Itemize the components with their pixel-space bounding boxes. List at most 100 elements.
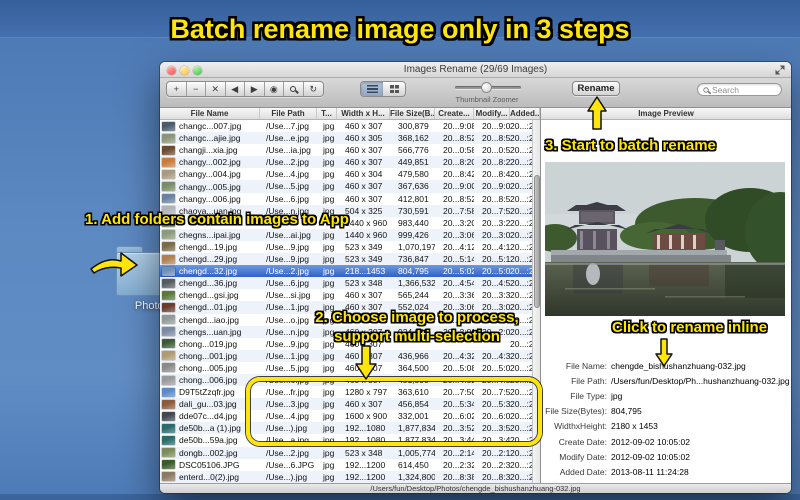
info-value[interactable]: jpg xyxy=(607,391,622,401)
toolbar-button[interactable]: − xyxy=(187,82,206,96)
file-thumbnail xyxy=(162,157,175,167)
column-header[interactable]: Create... xyxy=(435,108,474,119)
cell-name: enterd...0(2).jpg xyxy=(160,471,260,483)
file-thumbnail xyxy=(162,448,175,458)
cell-size: 436,966 xyxy=(398,350,429,361)
info-label: Added Date: xyxy=(559,466,607,477)
table-row[interactable]: chengd...19.jpg/Use...9.jpg jpg 523 x 349 1… xyxy=(160,240,540,254)
info-value[interactable]: 2180 x 1453 xyxy=(607,421,658,431)
file-thumbnail xyxy=(162,363,175,373)
toolbar-button[interactable]: ↻ xyxy=(304,82,324,96)
rename-button[interactable]: Rename xyxy=(572,81,620,96)
cell-created: 20...3:20 xyxy=(443,217,474,228)
column-header[interactable]: Modify... xyxy=(474,108,510,119)
info-value[interactable]: 2012-09-02 10:05:02 xyxy=(607,437,690,447)
info-value[interactable]: 2012-09-02 10:05:02 xyxy=(607,452,690,462)
search-field[interactable]: Search xyxy=(697,83,782,96)
cell-size: 566,776 xyxy=(398,145,429,156)
thumbnail-zoom-slider[interactable] xyxy=(455,81,521,93)
cell-size: 804,795 xyxy=(398,266,429,277)
table-row[interactable]: changc...007.jpg/Use...7.jpg jpg 460 x 307… xyxy=(160,120,540,133)
zoom-button[interactable] xyxy=(193,65,202,75)
column-header[interactable]: File Name xyxy=(160,108,260,119)
cell-name: chong...001.jpg xyxy=(160,350,260,362)
column-header[interactable]: Added... xyxy=(510,108,540,119)
table-row[interactable]: changc...ajie.jpg/Use...e.jpg jpg 460 x 30… xyxy=(160,132,540,145)
step3-annotation: 3. Start to batch rename xyxy=(545,137,716,154)
cell-modified: 20...8:38 xyxy=(482,471,510,482)
cell-modified: 20...3:20 xyxy=(482,217,510,228)
magnifier-icon xyxy=(290,86,297,92)
cell-modified: 20...9:00 xyxy=(482,181,510,192)
column-header[interactable]: Width x H... xyxy=(337,108,390,119)
table-row[interactable]: enterd...0(2).jpg/Use...).jpg jpg 192...12… xyxy=(160,470,540,483)
info-value[interactable]: 804,795 xyxy=(607,406,642,416)
toolbar-button[interactable]: ◉ xyxy=(265,82,284,96)
minimize-button[interactable] xyxy=(180,65,189,75)
cell-created: 20...5:08 xyxy=(443,362,474,373)
cell-name: chengd...32.jpg xyxy=(160,265,260,277)
list-view-button[interactable] xyxy=(361,82,383,96)
cell-created: 20...8:42 xyxy=(443,169,474,180)
table-row[interactable]: chengd...32.jpg/Use...2.jpg jpg 218...1453… xyxy=(160,265,540,278)
file-thumbnail xyxy=(162,302,175,312)
toolbar-button[interactable]: + xyxy=(167,82,187,96)
toolbar-button[interactable]: ✕ xyxy=(206,82,226,96)
table-row[interactable]: changy...006.jpg/Use...6.jpg jpg 460 x 307… xyxy=(160,192,540,205)
cell-dim: 460 x 307 xyxy=(345,193,383,204)
cell-created: 20...3:06 xyxy=(443,229,474,240)
cell-type: jpg xyxy=(323,145,335,156)
column-header[interactable]: File Size(B... xyxy=(390,108,435,119)
file-thumbnail xyxy=(162,194,175,204)
table-row[interactable]: chong...005.jpg/Use...5.jpgjpg460 x 3073… xyxy=(160,361,540,374)
table-row[interactable]: changy...004.jpg/Use...4.jpg jpg 460 x 304… xyxy=(160,168,540,181)
file-name: chong...001.jpg xyxy=(179,350,238,361)
resize-icon[interactable] xyxy=(775,65,785,75)
info-value[interactable]: 2013-08-11 11:24:28 xyxy=(607,467,689,477)
file-name: chong...005.jpg xyxy=(179,362,238,373)
cell-type: jpg xyxy=(323,254,335,265)
desktop-bottom-band xyxy=(0,494,800,500)
info-value[interactable]: chengde_bishushanzhuang-032.jpg xyxy=(607,361,746,371)
file-thumbnail xyxy=(162,315,175,325)
table-row[interactable]: chengd...29.jpg/Use...9.jpg jpg 523 x 349 7… xyxy=(160,253,540,266)
cell-modified: 20...3:06 xyxy=(482,229,510,240)
close-button[interactable] xyxy=(167,65,176,75)
table-row[interactable]: chong...001.jpg/Use...1.jpgjpg460 x 3074… xyxy=(160,349,540,362)
table-row[interactable]: changy...005.jpg/Use...5.jpg jpg 460 x 307… xyxy=(160,180,540,193)
file-thumbnail xyxy=(162,290,175,300)
info-row: WidthxHeight: 2180 x 1453 xyxy=(541,419,791,434)
cell-modified: 20...8:52 xyxy=(482,133,510,144)
toolbar-button[interactable]: ◀ xyxy=(226,82,245,96)
title-bar[interactable]: Images Rename (29/69 Images) xyxy=(160,62,791,78)
cell-modified: 20...8:52 xyxy=(482,193,510,204)
cell-name: chengd...36.jpg xyxy=(160,277,260,289)
file-name: chengd...01.jpg xyxy=(179,302,238,313)
multi-selection-highlight xyxy=(246,377,542,446)
file-name: D9T5tZzqfr.jpg xyxy=(179,387,235,398)
file-thumbnail xyxy=(162,460,175,470)
table-row[interactable]: DSC05106.JPG/Use...6.JPG jpg 192...1200 614… xyxy=(160,458,540,471)
grid-view-button[interactable] xyxy=(383,82,405,96)
cell-name: chong...006.jpg xyxy=(160,374,260,386)
table-row[interactable]: chegns...ipai.jpg/Use...ai.jpg jpg 1440 x … xyxy=(160,228,540,241)
file-name: changy...005.jpg xyxy=(179,181,241,192)
status-bar: /Users/fun/Desktop/Photos/chengde_bishus… xyxy=(160,483,791,493)
magnifier-icon[interactable] xyxy=(284,82,304,96)
slider-knob[interactable] xyxy=(481,81,492,93)
table-row[interactable]: dongb...002.jpg/Use...2.jpg jpg 523 x 348 1… xyxy=(160,446,540,459)
table-row[interactable]: changji...xia.jpg/Use...ia.jpg jpg 460 x 3… xyxy=(160,144,540,157)
cell-path: /Use...e.jpg xyxy=(266,133,309,144)
scrollbar-thumb[interactable] xyxy=(533,175,540,308)
list-icon xyxy=(366,85,378,93)
table-row[interactable]: changy...002.jpg/Use...2.jpg jpg 460 x 307… xyxy=(160,156,540,169)
file-thumbnail xyxy=(162,375,175,385)
cell-size: 736,847 xyxy=(398,254,429,265)
toolbar-button[interactable]: ▶ xyxy=(245,82,265,96)
file-name: chengd...iao.jpg xyxy=(179,314,240,325)
info-value[interactable]: /Users/fun/Desktop/Ph...hushanzhuang-032… xyxy=(607,376,790,386)
column-header[interactable]: File Path xyxy=(260,108,317,119)
table-row[interactable]: chengd...36.jpg/Use...6.jpg jpg 523 x 348 1… xyxy=(160,277,540,290)
column-header[interactable]: T... xyxy=(317,108,337,119)
table-row[interactable]: chengd...gsi.jpg/Use...si.jpg jpg 460 x 30… xyxy=(160,289,540,302)
